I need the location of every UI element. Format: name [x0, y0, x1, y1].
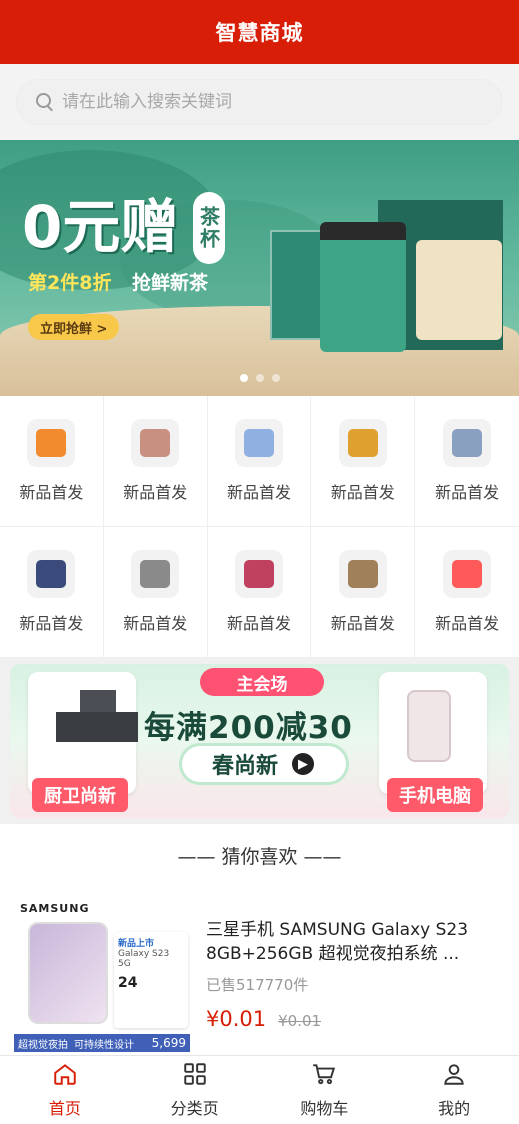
promo-banner[interactable]: 厨卫尚新 手机电脑 主会场 每满200减30 春尚新 ▶ — [10, 664, 509, 818]
strip-feature: 超视觉夜拍 — [18, 1039, 68, 1051]
kitchen-card[interactable] — [28, 672, 138, 794]
range-hood-image — [56, 712, 138, 742]
luggage-icon — [131, 550, 180, 598]
hero-banner[interactable]: 0元赠 茶杯 第2件8折 抢鲜新茶 立即抢鲜 > — [0, 140, 519, 396]
app-header: 智慧商城 — [0, 0, 519, 64]
main-venue-tag: 主会场 — [200, 668, 324, 696]
spec-card: 新品上市 Galaxy S23 5G 24 — [114, 932, 188, 1028]
vacuum-icon — [234, 550, 283, 598]
phone-card[interactable] — [379, 672, 487, 794]
phone-tag[interactable]: 手机电脑 — [387, 778, 483, 812]
carousel-dot[interactable] — [255, 374, 264, 382]
category-item[interactable]: 新品首发 — [415, 527, 519, 658]
season-button[interactable]: 春尚新 ▶ — [182, 746, 346, 782]
grid-icon — [182, 1061, 208, 1095]
shirt-icon — [234, 419, 283, 467]
category-label: 新品首发 — [330, 614, 395, 633]
tab-label: 购物车 — [300, 1099, 349, 1118]
spec-rate: 24 — [118, 975, 138, 991]
home-icon — [52, 1061, 78, 1095]
category-item[interactable]: 新品首发 — [207, 527, 312, 658]
bottom-tab-bar: 首页 分类页 购物车 我的 — [0, 1055, 519, 1124]
tab-label: 分类页 — [170, 1099, 219, 1118]
category-item[interactable]: 新品首发 — [0, 527, 104, 658]
category-item[interactable]: 新品首发 — [103, 396, 208, 527]
phone-image — [407, 690, 451, 762]
bedding-icon — [131, 419, 180, 467]
category-grid: 新品首发 新品首发 新品首发 新品首发 新品首发 新品首发 新品首发 新品首发 新品首发 新品首发 — [0, 396, 519, 658]
category-item[interactable]: 新品首发 — [311, 527, 416, 658]
phone-photo — [28, 922, 108, 1024]
tab-user[interactable]: 我的 — [389, 1056, 519, 1124]
cart-icon — [311, 1061, 337, 1095]
brand-logo: SAMSUNG — [20, 902, 90, 915]
product-card[interactable]: SAMSUNG 新品上市 Galaxy S23 5G 24 超视觉夜拍 可持续性… — [0, 886, 519, 1056]
category-item[interactable]: 新品首发 — [103, 527, 208, 658]
carousel-dot[interactable] — [239, 374, 248, 382]
category-label: 新品首发 — [435, 483, 500, 502]
tea-can-image — [320, 222, 406, 352]
search-bar — [0, 64, 519, 140]
guess-you-like-heading: —— 猜你喜欢 —— — [0, 824, 519, 886]
search-icon — [34, 91, 56, 113]
sold-count: 已售517770件 — [206, 976, 309, 994]
product-title[interactable]: 三星手机 SAMSUNG Galaxy S23 8GB+256GB 超视觉夜拍系… — [206, 918, 505, 966]
category-item[interactable]: 新品首发 — [415, 396, 519, 527]
product-strip: 超视觉夜拍 可持续性设计 5,699 — [14, 1034, 190, 1052]
tab-grid[interactable]: 分类页 — [130, 1056, 260, 1124]
arrow-right-icon: ▶ — [292, 753, 315, 775]
category-label: 新品首发 — [123, 483, 188, 502]
lightning-icon — [443, 550, 492, 598]
strip-feature: 可持续性设计 — [74, 1039, 134, 1051]
tab-label: 我的 — [438, 1099, 471, 1118]
bag-icon — [27, 419, 76, 467]
carousel-dot[interactable] — [271, 374, 280, 382]
search-box[interactable] — [16, 79, 503, 125]
promo-headline: 每满200减30 — [144, 710, 353, 746]
pet-food-icon — [338, 550, 387, 598]
category-label: 新品首发 — [226, 483, 291, 502]
price-row: ¥0.01 ¥0.01 — [206, 1007, 505, 1031]
tab-cart[interactable]: 购物车 — [260, 1056, 390, 1124]
category-label: 新品首发 — [123, 614, 188, 633]
search-input[interactable] — [62, 92, 503, 112]
promo-section: 厨卫尚新 手机电脑 主会场 每满200减30 春尚新 ▶ — [0, 658, 519, 824]
category-item[interactable]: 新品首发 — [0, 396, 104, 527]
product-price: ¥0.01 — [206, 1007, 267, 1031]
kitchen-tag[interactable]: 厨卫尚新 — [32, 778, 128, 812]
spec-model: Galaxy S23 5G — [118, 949, 170, 969]
carousel-dots — [0, 374, 519, 382]
banner-headline: 0元赠 — [22, 193, 179, 261]
category-label: 新品首发 — [330, 483, 395, 502]
original-price: ¥0.01 — [278, 1012, 322, 1030]
strip-price: 5,699 — [151, 1036, 186, 1050]
tea-pack-image — [416, 240, 502, 340]
spec-badge: 新品上市 — [118, 939, 155, 949]
category-label: 新品首发 — [19, 614, 84, 633]
banner-badge: 茶杯 — [193, 192, 225, 264]
season-label: 春尚新 — [212, 754, 279, 779]
category-label: 新品首发 — [435, 614, 500, 633]
backpack-icon — [27, 550, 76, 598]
banner-subline-discount: 第2件8折 — [28, 272, 112, 294]
category-item[interactable]: 新品首发 — [207, 396, 312, 527]
banner-cta-button[interactable]: 立即抢鲜 > — [28, 314, 120, 340]
category-label: 新品首发 — [226, 614, 291, 633]
product-info: 三星手机 SAMSUNG Galaxy S23 8GB+256GB 超视觉夜拍系… — [190, 902, 505, 1056]
tab-label: 首页 — [48, 1099, 81, 1118]
category-item[interactable]: 新品首发 — [311, 396, 416, 527]
noodle-icon — [338, 419, 387, 467]
category-label: 新品首发 — [19, 483, 84, 502]
page-title: 智慧商城 — [215, 21, 304, 45]
tab-home[interactable]: 首页 — [0, 1056, 130, 1124]
user-icon — [441, 1061, 467, 1095]
tissue-icon — [443, 419, 492, 467]
banner-subline: 抢鲜新茶 — [132, 272, 209, 294]
product-image[interactable]: SAMSUNG 新品上市 Galaxy S23 5G 24 超视觉夜拍 可持续性… — [14, 902, 190, 1052]
